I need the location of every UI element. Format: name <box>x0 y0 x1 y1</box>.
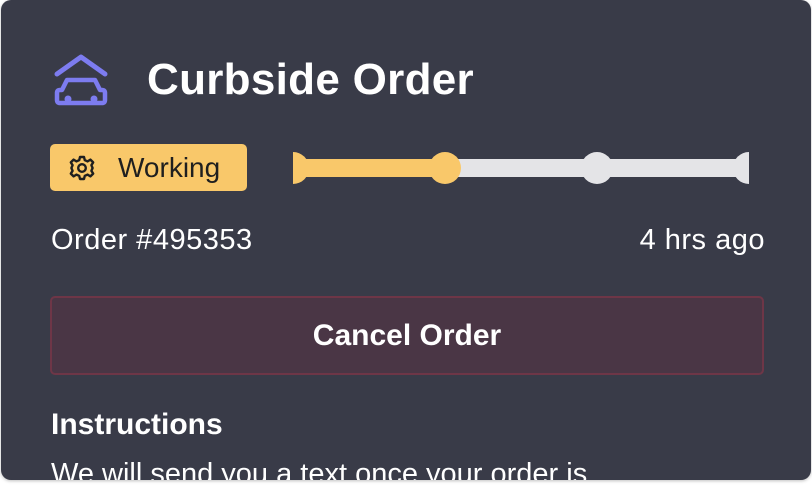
progress-step-1 <box>293 152 309 184</box>
gear-icon <box>69 155 95 180</box>
instructions-heading: Instructions <box>51 408 223 441</box>
status-label: Working <box>118 151 221 183</box>
progress-step-3 <box>581 152 613 184</box>
curbside-car-icon <box>54 54 108 106</box>
cancel-order-button[interactable]: Cancel Order <box>50 296 764 375</box>
instructions-text: We will send you a text once your order … <box>51 458 588 480</box>
order-progress-bar <box>293 152 749 184</box>
progress-step-4 <box>733 152 749 184</box>
progress-step-2 <box>429 152 461 184</box>
order-meta: Order #495353 4 hrs ago <box>51 224 765 257</box>
card-header: Curbside Order <box>53 50 474 110</box>
order-card: Curbside Order Working Order #495353 4 h… <box>1 0 811 480</box>
page-title: Curbside Order <box>147 55 474 104</box>
order-number: Order #495353 <box>51 224 253 256</box>
order-time: 4 hrs ago <box>639 224 765 256</box>
status-badge: Working <box>50 144 247 191</box>
